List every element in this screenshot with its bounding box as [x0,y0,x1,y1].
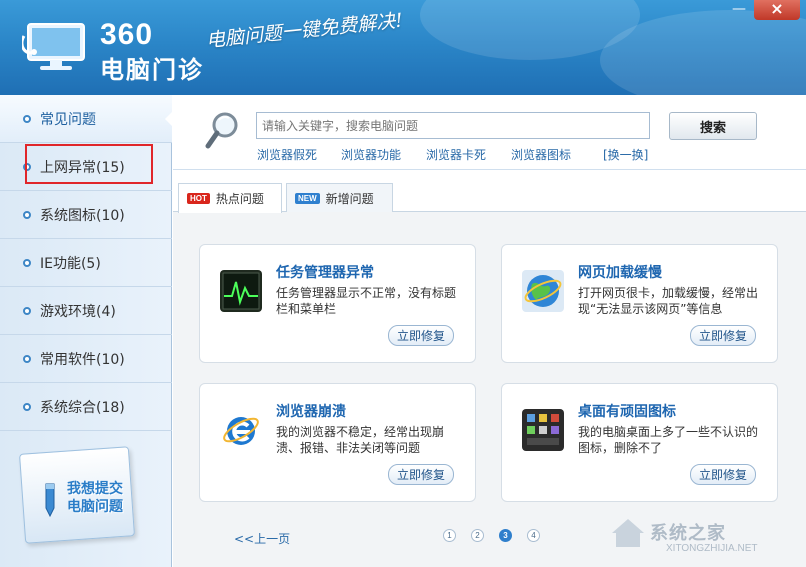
search-input[interactable] [256,112,650,139]
hot-link[interactable]: 浏览器图标 [511,146,571,163]
sidebar-item-system-icons[interactable]: 系统图标(10) [0,191,172,239]
bullet-icon [23,115,31,123]
problem-card: 网页加载缓慢 打开网页很卡，加载缓慢，经常出现“无法显示该网页”等信息 立即修复 [501,244,778,363]
fix-now-button[interactable]: 立即修复 [690,325,756,346]
globe-icon [522,270,564,312]
page-1-button[interactable]: 1 [443,529,456,542]
card-title: 任务管理器异常 [276,265,374,281]
hot-link[interactable]: 浏览器假死 [257,146,317,163]
sidebar-item-label: IE功能(5) [40,255,101,272]
monitor-logo-icon [22,23,85,70]
hot-badge: HOT [187,193,210,204]
bullet-icon [23,307,31,315]
hot-link[interactable]: 浏览器功能 [341,146,401,163]
desktop-icons-icon [522,409,564,451]
tab-hot[interactable]: HOT 热点问题 [178,183,282,213]
fix-now-button[interactable]: 立即修复 [690,464,756,485]
watermark-text: 系统之家 [650,523,726,544]
watermark: 系统之家 XITONGZHIJIA.NET [606,505,802,561]
fix-now-button[interactable]: 立即修复 [388,464,454,485]
page-2-button[interactable]: 2 [471,529,484,542]
card-description: 我的浏览器不稳定，经常出现崩溃、报错、非法关闭等问题 [276,425,445,455]
page-4-button[interactable]: 4 [527,529,540,542]
submit-line-1: 我想提交 [67,481,123,497]
card-description: 打开网页很卡，加载缓慢，经常出现“无法显示该网页”等信息 [578,286,759,316]
highlight-annotation [25,144,153,184]
tab-label: 新增问题 [325,191,374,206]
active-arrow-icon [165,111,173,127]
problem-card: 桌面有顽固图标 我的电脑桌面上多了一些不认识的图标，删除不了 立即修复 [501,383,778,502]
task-manager-icon [220,270,262,312]
ie-icon [220,409,262,451]
prev-page-link[interactable]: <<上一页 [234,530,290,547]
bullet-icon [23,211,31,219]
submit-problem-label: 我想提交 电脑问题 [67,480,123,516]
tab-new[interactable]: NEW 新增问题 [286,183,393,212]
logo-name: 电脑门诊 [100,56,204,84]
main-panel: 搜索 浏览器假死 浏览器功能 浏览器卡死 浏览器图标 [换一换] HOT 热点问… [173,95,806,567]
fix-now-button[interactable]: 立即修复 [388,325,454,346]
sidebar-item-games[interactable]: 游戏环境(4) [0,287,172,335]
bullet-icon [23,259,31,267]
house-logo-icon [612,519,644,547]
card-title: 桌面有顽固图标 [578,404,676,420]
sidebar-item-label: 系统综合(18) [40,399,125,416]
card-description: 任务管理器显示不正常，没有标题栏和菜单栏 [276,286,457,316]
sidebar-item-software[interactable]: 常用软件(10) [0,335,172,383]
sidebar-item-label: 系统图标(10) [40,207,125,224]
logo-number: 360 [100,18,154,51]
page-3-button[interactable]: 3 [499,529,512,542]
new-badge: NEW [295,192,320,204]
submit-problem-button[interactable]: 我想提交 电脑问题 [12,440,160,550]
bullet-icon [23,403,31,411]
bullet-icon [23,355,31,363]
sidebar-item-system[interactable]: 系统综合(18) [0,383,172,431]
sidebar-item-label: 游戏环境(4) [40,303,116,320]
magnifier-icon [205,112,238,149]
pen-icon [45,483,55,518]
sidebar-item-label: 常用软件(10) [40,351,125,368]
hot-link[interactable]: 浏览器卡死 [426,146,486,163]
tab-bar: HOT 热点问题 NEW 新增问题 [173,170,806,213]
close-button[interactable]: × [754,0,800,20]
watermark-url: XITONGZHIJIA.NET [666,543,758,554]
refresh-links-button[interactable]: [换一换] [603,146,648,163]
problem-card: 任务管理器异常 任务管理器显示不正常，没有标题栏和菜单栏 立即修复 [199,244,476,363]
problem-card: 浏览器崩溃 我的浏览器不稳定，经常出现崩溃、报错、非法关闭等问题 立即修复 [199,383,476,502]
minimize-button[interactable]: — [726,0,752,20]
card-title: 浏览器崩溃 [276,404,346,420]
app-header: 360 电脑门诊 电脑问题一键免费解决! — × [0,0,806,95]
tab-label: 热点问题 [215,192,264,206]
search-button[interactable]: 搜索 [669,112,757,140]
sidebar-item-label: 常见问题 [40,111,96,128]
sidebar-item-ie[interactable]: IE功能(5) [0,239,172,287]
sidebar-item-common[interactable]: 常见问题 [0,95,173,143]
search-area: 搜索 浏览器假死 浏览器功能 浏览器卡死 浏览器图标 [换一换] [173,95,806,170]
slogan: 电脑问题一键免费解决! [205,9,404,52]
submit-line-2: 电脑问题 [67,499,123,515]
card-title: 网页加载缓慢 [578,265,662,281]
card-description: 我的电脑桌面上多了一些不认识的图标，删除不了 [578,425,759,455]
